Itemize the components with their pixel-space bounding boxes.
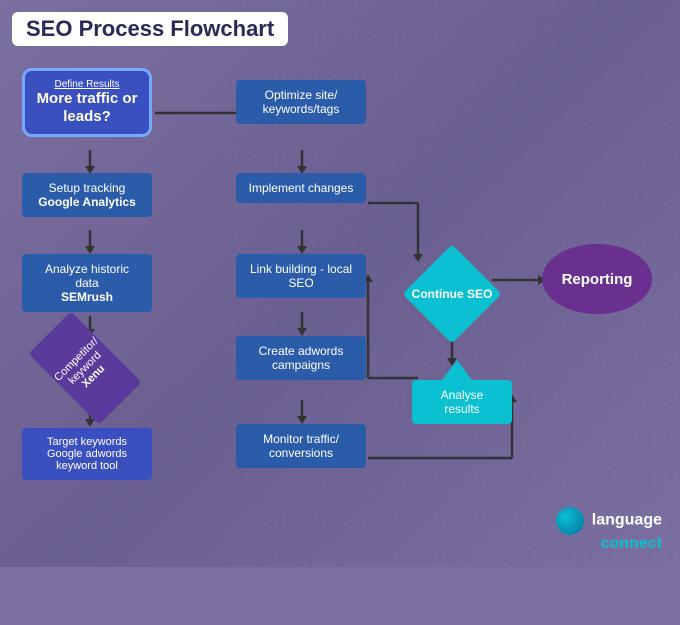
define-box: Define Results More traffic or leads? xyxy=(22,68,152,137)
adwords-box: Create adwords campaigns xyxy=(236,336,366,380)
main-container: SEO Process Flowchart xyxy=(0,0,680,567)
define-label-big: More traffic or leads? xyxy=(35,90,139,126)
title-box: SEO Process Flowchart xyxy=(12,12,288,46)
analyse-box-container: Analyse results xyxy=(412,360,502,424)
analyse-label: Analyse results xyxy=(422,388,502,416)
logo-line2: connect xyxy=(601,535,662,552)
reporting-label: Reporting xyxy=(562,271,633,288)
logo-globe-icon xyxy=(556,507,584,535)
reporting-wrapper: Reporting xyxy=(542,244,652,314)
target-box: Target keywords Google adwords keyword t… xyxy=(22,428,152,480)
target-line1: Target keywords xyxy=(32,436,142,448)
adwords-box-wrapper: Create adwords campaigns xyxy=(236,336,366,380)
logo-area: language connect xyxy=(556,507,662,553)
implement-box-wrapper: Implement changes xyxy=(236,173,366,203)
implement-box: Implement changes xyxy=(236,173,366,203)
setup-line1: Setup tracking xyxy=(32,181,142,195)
link-building-box: Link building - local SEO xyxy=(236,254,366,298)
optimize-label: Optimize site/ keywords/tags xyxy=(246,88,356,116)
link-building-label: Link building - local SEO xyxy=(246,262,356,290)
target-box-wrapper: Target keywords Google adwords keyword t… xyxy=(22,428,152,480)
logo-line1: language xyxy=(592,511,662,528)
target-line2: Google adwords keyword tool xyxy=(32,448,142,472)
analyze-box-wrapper: Analyze historic data SEMrush xyxy=(22,254,152,312)
competitor-diamond: Competitor/ keyword Xenu xyxy=(30,328,140,408)
adwords-label: Create adwords campaigns xyxy=(246,344,356,372)
logo-wrapper: language connect xyxy=(556,507,662,553)
analyze-line2: SEMrush xyxy=(32,290,142,304)
competitor-diamond-wrapper: Competitor/ keyword Xenu xyxy=(30,328,140,408)
analyze-line1: Analyze historic data xyxy=(32,262,142,290)
setup-box: Setup tracking Google Analytics xyxy=(22,173,152,217)
flow-area: Define Results More traffic or leads? Se… xyxy=(12,58,672,548)
continue-seo-wrapper: Continue SEO xyxy=(402,254,502,334)
setup-line2: Google Analytics xyxy=(32,195,142,209)
analyse-results-wrapper: Analyse results xyxy=(412,360,502,424)
define-results-box: Define Results More traffic or leads? xyxy=(22,68,152,137)
continue-seo-diamond: Continue SEO xyxy=(402,254,502,334)
setup-tracking-box: Setup tracking Google Analytics xyxy=(22,173,152,217)
continue-seo-label: Continue SEO xyxy=(402,254,502,334)
reporting-oval: Reporting xyxy=(542,244,652,314)
implement-label: Implement changes xyxy=(246,181,356,195)
monitor-box: Monitor traffic/ conversions xyxy=(236,424,366,468)
monitor-label: Monitor traffic/ conversions xyxy=(246,432,356,460)
optimize-box: Optimize site/ keywords/tags xyxy=(236,80,366,124)
link-building-box-wrapper: Link building - local SEO xyxy=(236,254,366,298)
define-label-underline: Define Results xyxy=(35,79,139,90)
analyse-arrow-up xyxy=(442,360,472,380)
optimize-box-wrapper: Optimize site/ keywords/tags xyxy=(236,80,366,124)
monitor-box-wrapper: Monitor traffic/ conversions xyxy=(236,424,366,468)
page-title: SEO Process Flowchart xyxy=(26,16,274,42)
analyze-box: Analyze historic data SEMrush xyxy=(22,254,152,312)
analyse-box: Analyse results xyxy=(412,380,512,424)
